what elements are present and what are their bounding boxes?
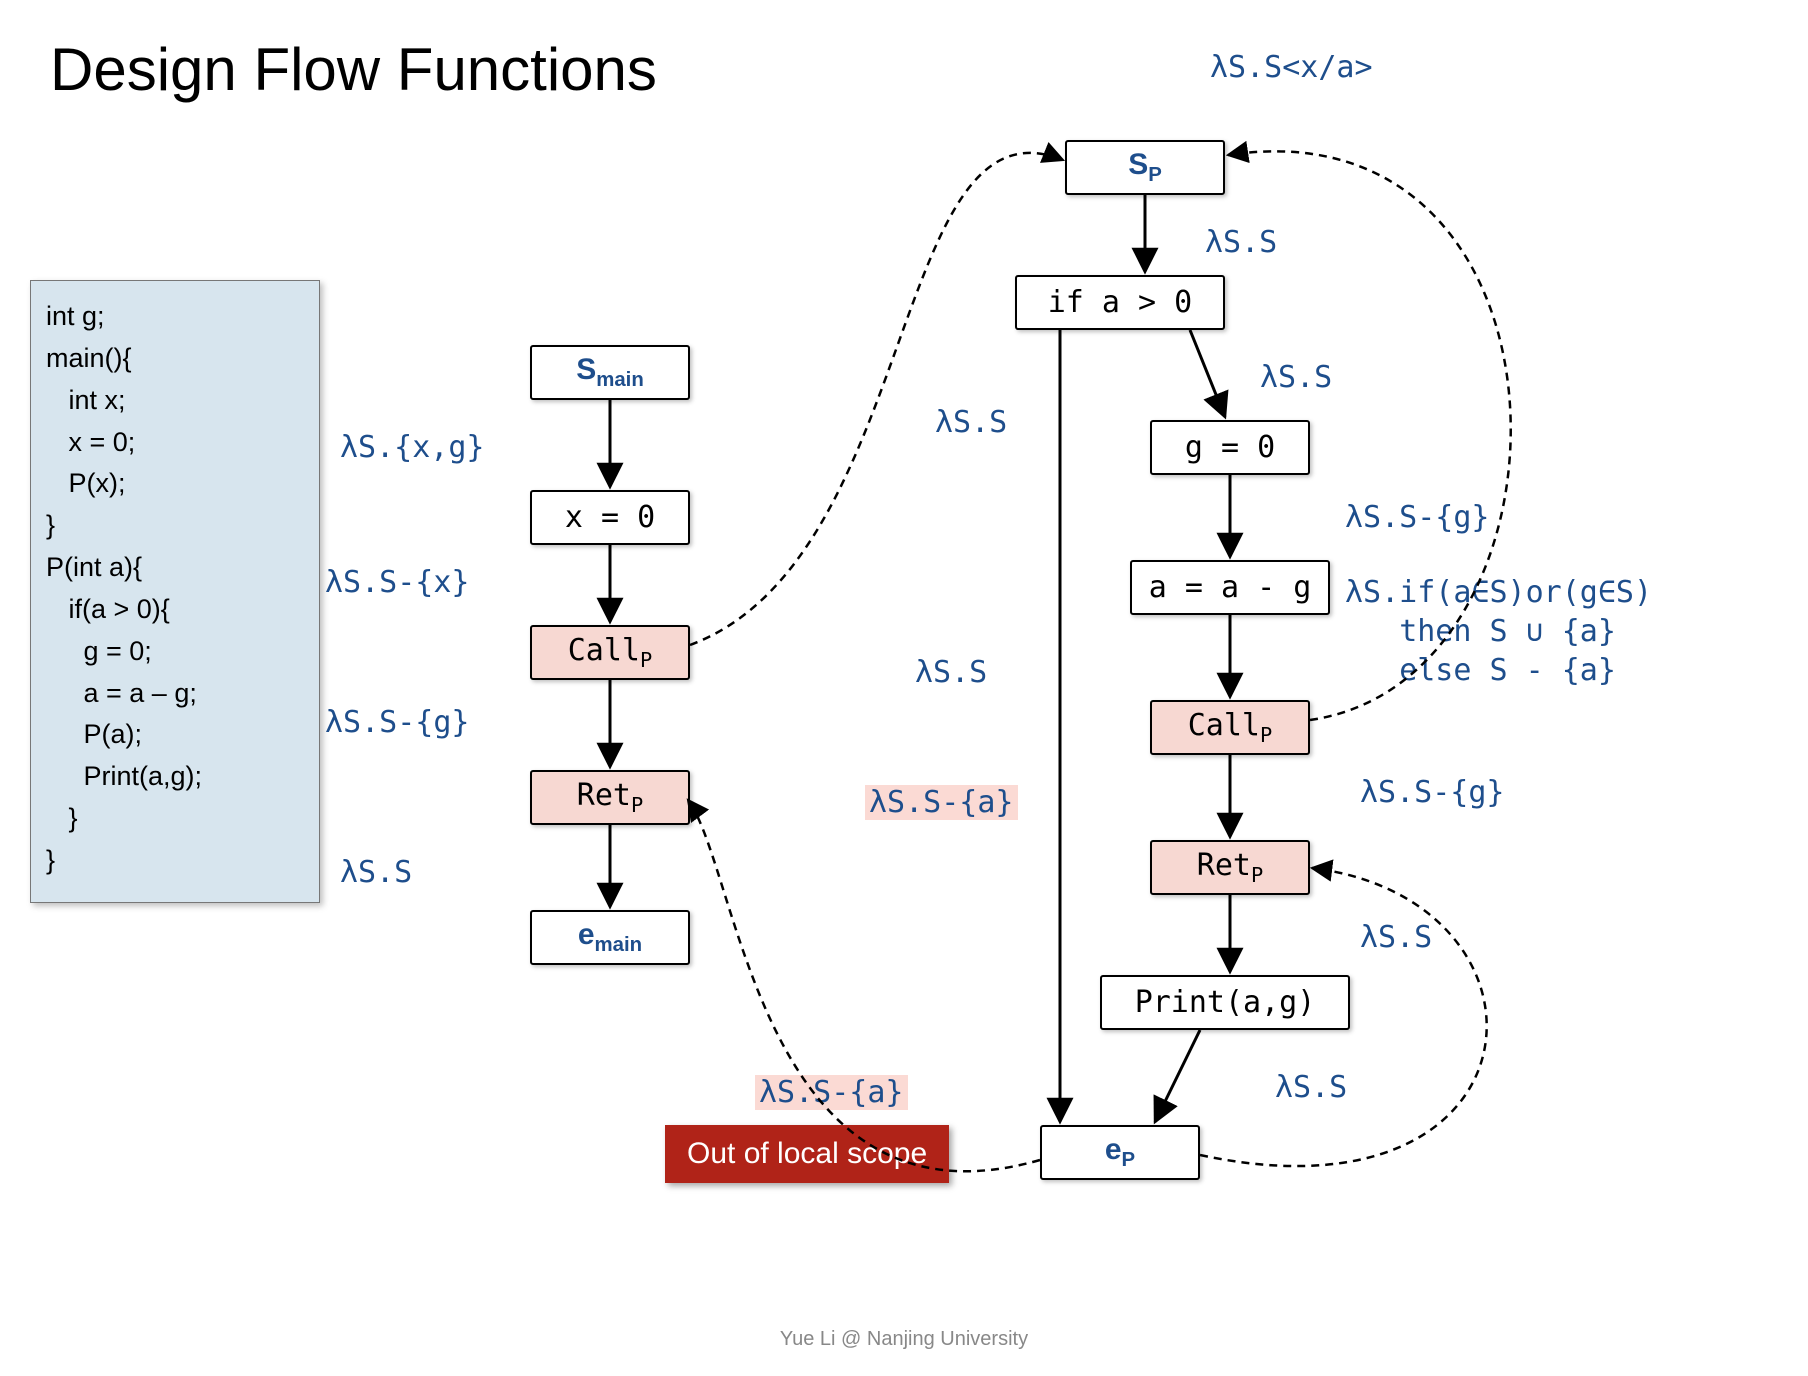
node-s-p: SP: [1065, 140, 1225, 195]
node-print: Print(a,g): [1100, 975, 1350, 1030]
lbl-l3: λS.S-{g}: [325, 705, 470, 740]
node-call-p-2: CallP: [1150, 700, 1310, 755]
node-x0: x = 0: [530, 490, 690, 545]
node-g0: g = 0: [1150, 420, 1310, 475]
callout-out-of-scope: Out of local scope: [665, 1125, 949, 1183]
lbl-l5: λS.S: [1205, 225, 1277, 260]
lbl-l10: λS.S: [915, 655, 987, 690]
node-e-main: emain: [530, 910, 690, 965]
lbl-l4: λS.S: [340, 855, 412, 890]
lbl-top-right: λS.S<x/a>: [1210, 50, 1373, 85]
node-call-p-1: CallP: [530, 625, 690, 680]
code-sample: int g; main(){ int x; x = 0; P(x); } P(i…: [30, 280, 320, 903]
lbl-l15: λS.S-{a}: [755, 1075, 908, 1110]
lbl-l6: λS.S: [935, 405, 1007, 440]
lbl-l2: λS.S-{x}: [325, 565, 470, 600]
lbl-l12: λS.S: [1360, 920, 1432, 955]
lbl-l11: λS.S-{g}: [1360, 775, 1505, 810]
lbl-l1: λS.{x,g}: [340, 430, 485, 465]
lbl-l7: λS.S: [1260, 360, 1332, 395]
slide-title: Design Flow Functions: [50, 35, 657, 104]
lbl-l8: λS.S-{g}: [1345, 500, 1490, 535]
footer-credit: Yue Li @ Nanjing University: [0, 1328, 1808, 1351]
lbl-l9: λS.if(a∈S)or(g∈S) then S ∪ {a} else S - …: [1345, 573, 1652, 690]
lbl-l13: λS.S: [1275, 1070, 1347, 1105]
node-e-p: eP: [1040, 1125, 1200, 1180]
node-ret-p-2: RetP: [1150, 840, 1310, 895]
node-a-a-g: a = a - g: [1130, 560, 1330, 615]
lbl-l14: λS.S-{a}: [865, 785, 1018, 820]
node-ret-p-1: RetP: [530, 770, 690, 825]
node-s-main: Smain: [530, 345, 690, 400]
node-if-a: if a > 0: [1015, 275, 1225, 330]
